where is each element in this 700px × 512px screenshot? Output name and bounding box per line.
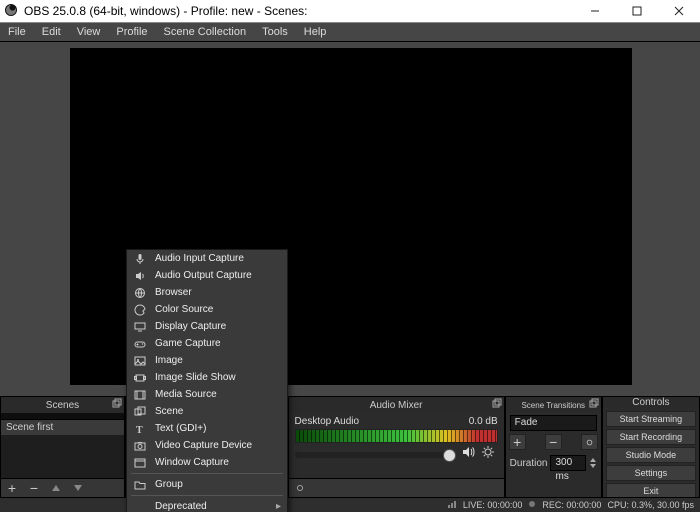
start-recording-button[interactable]: Start Recording — [606, 429, 696, 445]
scenes-toolbar: + − — [1, 478, 124, 497]
ctx-deprecated[interactable]: Deprecated▸ — [127, 498, 287, 512]
folder-icon — [133, 478, 147, 492]
duration-down-icon[interactable] — [589, 463, 597, 469]
monitor-icon — [133, 320, 147, 334]
ctx-color-source[interactable]: Color Source — [127, 301, 287, 318]
volume-meter — [295, 429, 498, 443]
status-bar: LIVE: 00:00:00 REC: 00:00:00 CPU: 0.3%, … — [0, 497, 700, 512]
status-cpu: CPU: 0.3%, 30.00 fps — [607, 500, 694, 510]
add-transition-button[interactable]: + — [509, 434, 526, 450]
image-icon — [133, 354, 147, 368]
mixer-settings-button[interactable] — [289, 479, 311, 497]
text-icon: T — [133, 422, 147, 436]
remove-transition-button[interactable]: − — [545, 434, 562, 450]
ctx-audio-input-capture[interactable]: Audio Input Capture — [127, 250, 287, 267]
menu-file[interactable]: File — [0, 24, 34, 40]
titlebar: OBS 25.0.8 (64-bit, windows) - Profile: … — [0, 0, 700, 23]
transition-select[interactable]: Fade — [510, 415, 597, 431]
globe-icon — [133, 286, 147, 300]
add-scene-button[interactable]: + — [1, 479, 23, 497]
scenes-list: Scene first — [1, 413, 124, 478]
duration-label: Duration — [510, 458, 548, 469]
scene-item[interactable]: Scene first — [1, 420, 124, 435]
ctx-text-gdi[interactable]: TText (GDI+) — [127, 420, 287, 437]
popout-icon[interactable] — [492, 398, 502, 411]
start-streaming-button[interactable]: Start Streaming — [606, 411, 696, 427]
minimize-button[interactable] — [574, 0, 616, 22]
transitions-header: Scene Transitions — [506, 397, 601, 413]
obs-main-window: OBS 25.0.8 (64-bit, windows) - Profile: … — [0, 0, 700, 512]
film-icon — [133, 388, 147, 402]
track-db: 0.0 dB — [469, 416, 498, 427]
ctx-game-capture[interactable]: Game Capture — [127, 335, 287, 352]
status-rec: REC: 00:00:00 — [542, 500, 601, 510]
separator — [131, 495, 283, 496]
close-button[interactable] — [658, 0, 700, 22]
transitions-panel: Scene Transitions Fade + − Duration 300 … — [505, 396, 602, 498]
audio-mixer-panel: Audio Mixer Desktop Audio 0.0 dB — [288, 396, 505, 498]
ctx-video-capture-device[interactable]: Video Capture Device — [127, 437, 287, 454]
add-source-context-menu: Audio Input Capture Audio Output Capture… — [126, 249, 288, 512]
scene-down-button[interactable] — [67, 479, 89, 497]
controls-header: Controls — [603, 397, 699, 408]
menu-edit[interactable]: Edit — [34, 24, 69, 40]
duration-input[interactable]: 300 ms — [550, 455, 585, 471]
popout-icon[interactable] — [589, 398, 599, 411]
popout-icon[interactable] — [112, 398, 122, 411]
ctx-media-source[interactable]: Media Source — [127, 386, 287, 403]
ctx-image-slide-show[interactable]: Image Slide Show — [127, 369, 287, 386]
mixer-toolbar — [289, 478, 504, 497]
window-icon — [133, 456, 147, 470]
record-icon — [528, 500, 536, 510]
bottom-dock: Scenes Scene first + − Sources + — [0, 396, 700, 498]
menu-scene-collection[interactable]: Scene Collection — [156, 24, 255, 40]
window-title: OBS 25.0.8 (64-bit, windows) - Profile: … — [24, 4, 574, 18]
ctx-window-capture[interactable]: Window Capture — [127, 454, 287, 471]
ctx-browser[interactable]: Browser — [127, 284, 287, 301]
slideshow-icon — [133, 371, 147, 385]
separator — [131, 473, 283, 474]
scenes-panel: Scenes Scene first + − — [0, 396, 125, 498]
menubar: File Edit View Profile Scene Collection … — [0, 23, 700, 42]
settings-button[interactable]: Settings — [606, 465, 696, 481]
mic-icon — [133, 252, 147, 266]
volume-slider[interactable] — [295, 452, 455, 458]
menu-tools[interactable]: Tools — [254, 24, 296, 40]
ctx-scene[interactable]: Scene — [127, 403, 287, 420]
studio-mode-button[interactable]: Studio Mode — [606, 447, 696, 463]
svg-text:T: T — [136, 425, 143, 435]
status-live: LIVE: 00:00:00 — [463, 500, 523, 510]
maximize-button[interactable] — [616, 0, 658, 22]
scene-up-button[interactable] — [45, 479, 67, 497]
menu-profile[interactable]: Profile — [108, 24, 155, 40]
ctx-image[interactable]: Image — [127, 352, 287, 369]
gamepad-icon — [133, 337, 147, 351]
scenes-header: Scenes — [1, 397, 124, 413]
menu-help[interactable]: Help — [296, 24, 335, 40]
ctx-audio-output-capture[interactable]: Audio Output Capture — [127, 267, 287, 284]
palette-icon — [133, 303, 147, 317]
track-settings-icon[interactable] — [481, 445, 495, 462]
ctx-group[interactable]: Group — [127, 476, 287, 493]
scene-icon — [133, 405, 147, 419]
ctx-display-capture[interactable]: Display Capture — [127, 318, 287, 335]
speaker-out-icon — [133, 269, 147, 283]
obs-logo-icon — [4, 3, 18, 20]
camera-icon — [133, 439, 147, 453]
speaker-icon[interactable] — [461, 445, 475, 462]
mixer-track: Desktop Audio 0.0 dB — [289, 413, 504, 465]
transition-settings-button[interactable] — [581, 434, 598, 450]
submenu-arrow-icon: ▸ — [276, 501, 281, 512]
remove-scene-button[interactable]: − — [23, 479, 45, 497]
controls-panel: Controls Start Streaming Start Recording… — [602, 396, 700, 498]
mixer-header: Audio Mixer — [289, 397, 504, 413]
network-icon — [447, 499, 457, 511]
menu-view[interactable]: View — [69, 24, 109, 40]
track-name: Desktop Audio — [295, 416, 360, 427]
